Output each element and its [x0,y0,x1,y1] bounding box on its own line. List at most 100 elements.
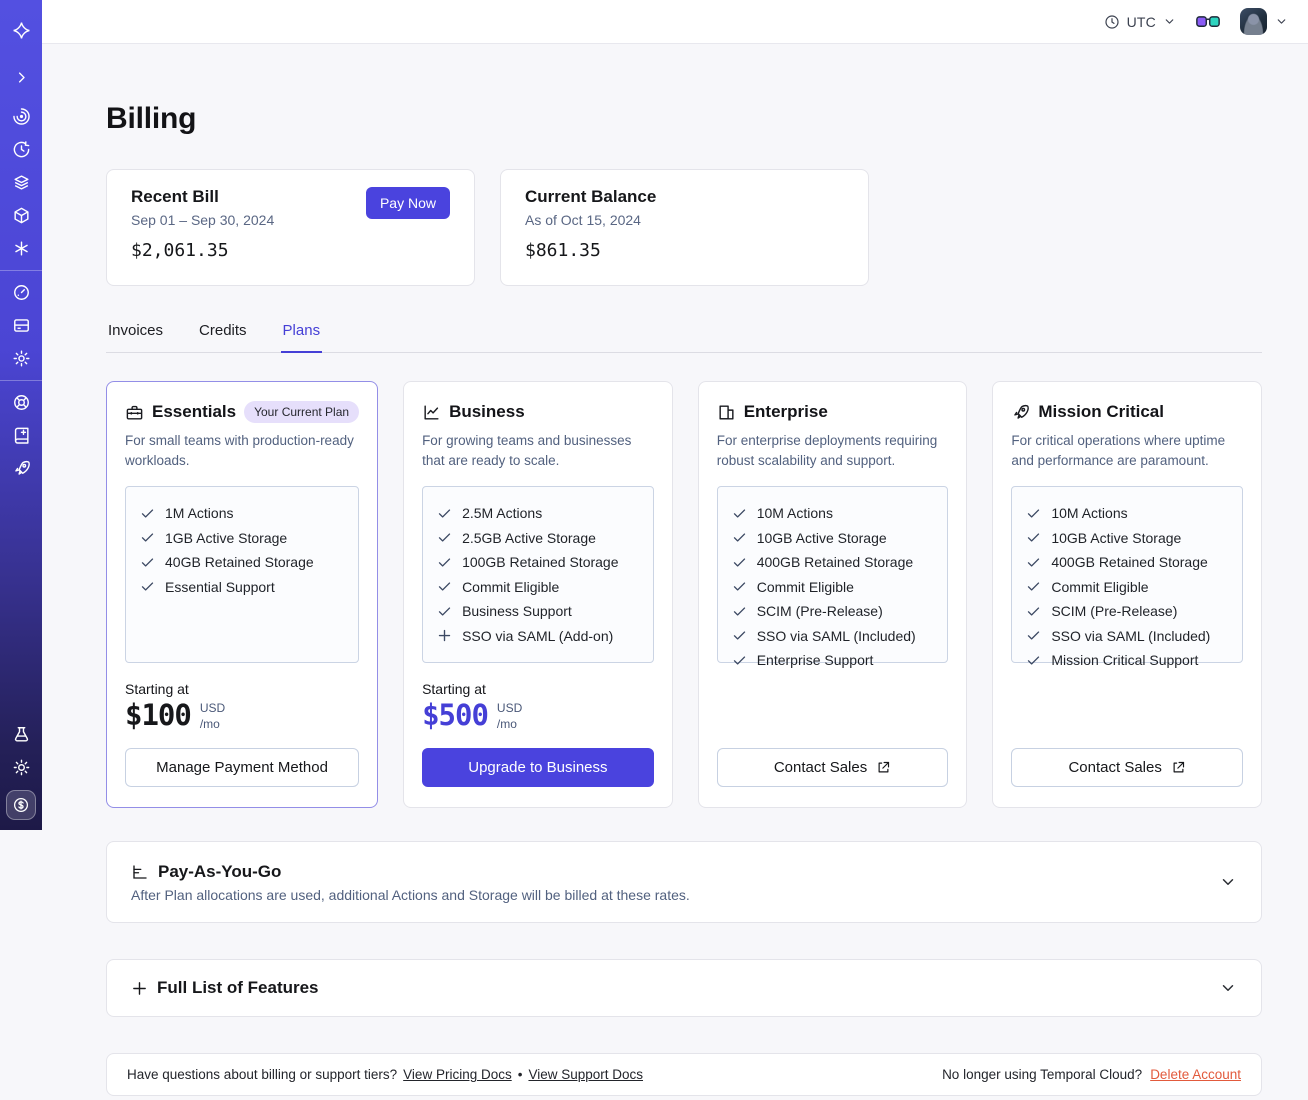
user-menu[interactable] [1240,8,1288,35]
upgrade-business-button[interactable]: Upgrade to Business [422,748,654,788]
delete-account-link[interactable]: Delete Account [1150,1067,1241,1082]
plan-card-essentials: Essentials Your Current Plan For small t… [106,381,379,809]
plan-feature: 10M Actions [732,505,934,521]
feature-label: 400GB Retained Storage [756,554,914,570]
contact-sales-button[interactable]: Contact Sales [716,748,949,788]
plan-description: For critical operations where uptime and… [1011,433,1226,468]
feature-label: SSO via SAML (Included) [1051,627,1211,644]
billing-page: Billing Recent Bill Sep 01 – Sep 30, 202… [42,102,1308,1097]
clock-icon [1104,14,1120,30]
billing-dollar-icon[interactable] [6,790,36,820]
chevron-down-icon[interactable] [1219,873,1237,891]
payg-title: Pay-As-You-Go [158,861,282,881]
check-icon [437,530,452,545]
chevron-down-icon [1163,15,1176,28]
check-icon [1026,579,1041,594]
check-icon [1026,555,1041,570]
manage-payment-button[interactable]: Manage Payment Method [125,748,360,788]
namespaces-icon[interactable] [5,100,37,133]
plan-feature: Commit Eligible [437,579,639,595]
toolbox-icon [125,403,144,422]
feature-label: 100GB Retained Storage [462,554,619,570]
feature-box: 10M Actions 10GB Active Storage 400GB Reta… [1011,486,1243,668]
contact-sales-button[interactable]: Contact Sales [1011,748,1243,788]
payg-description: After Plan allocations are used, additio… [131,886,690,903]
check-icon [140,506,155,521]
glasses-icon[interactable] [1196,14,1220,30]
plan-description: For growing teams and businesses that ar… [422,433,632,468]
feature-label: Mission Critical Support [1051,652,1199,668]
rocket-icon [1011,403,1030,422]
plan-feature: Commit Eligible [1026,579,1228,595]
expand-chevron-icon[interactable] [5,61,37,94]
cta-label: Contact Sales [773,759,868,777]
check-icon [437,555,452,570]
schedules-icon[interactable] [5,133,37,166]
feature-label: SCIM (Pre-Release) [1051,603,1178,619]
footer-question: Have questions about billing or support … [127,1067,398,1083]
settings-gear-icon[interactable] [5,342,37,375]
user-avatar[interactable] [1240,8,1267,35]
invoices-card-icon[interactable] [5,309,37,342]
plan-price: $500 [422,698,489,732]
price-period: /mo [496,716,517,731]
check-icon [732,555,747,570]
view-pricing-docs-link[interactable]: View Pricing Docs [403,1067,512,1082]
check-icon [732,506,747,521]
check-icon [140,555,155,570]
support-lifering-icon[interactable] [5,386,37,419]
feature-label: 1GB Active Storage [165,529,288,546]
price-currency: USD [199,701,226,715]
chevron-down-icon[interactable] [1219,979,1237,997]
feature-label: Commit Eligible [462,578,560,595]
tab-credits[interactable]: Credits [197,316,249,352]
plan-feature: Enterprise Support [732,652,934,668]
recent-bill-period: Sep 01 – Sep 30, 2024 [131,212,275,228]
feature-label: 40GB Retained Storage [165,554,314,570]
plan-feature: 100GB Retained Storage [437,554,639,570]
plan-feature: 10GB Active Storage [1026,530,1228,546]
docs-book-icon[interactable] [5,419,37,452]
timezone-label: UTC [1126,13,1156,30]
theme-sun-icon[interactable] [5,751,37,784]
plan-feature: Commit Eligible [732,579,934,595]
view-support-docs-link[interactable]: View Support Docs [528,1067,643,1082]
feature-label: Commit Eligible [756,578,854,595]
asterisk-icon[interactable] [5,232,37,265]
topbar: UTC [42,0,1308,44]
check-icon [1026,530,1041,545]
price-block: Starting at $100 USD /mo [125,681,359,732]
check-icon [437,604,452,619]
recent-bill-title: Recent Bill [131,187,219,206]
plan-feature: Business Support [437,603,639,619]
labs-flask-icon[interactable] [5,718,37,751]
starting-at-label: Starting at [125,681,189,697]
pay-now-button[interactable]: Pay Now [365,187,450,219]
timezone-selector[interactable]: UTC [1104,14,1176,30]
stack-icon[interactable] [5,166,37,199]
feature-label: 10M Actions [756,505,833,521]
tab-plans[interactable]: Plans [280,316,323,353]
temporal-logo[interactable] [5,14,37,47]
external-link-icon [1171,760,1186,775]
rocket-icon[interactable] [5,452,37,485]
plan-card-enterprise: Enterprise For enterprise deployments re… [697,381,968,809]
plan-feature: 10M Actions [1026,505,1228,521]
feature-label: Essential Support [165,578,275,595]
full-features-panel[interactable]: Full List of Features [106,959,1262,1018]
sidebar-divider [0,380,42,381]
feature-label: 400GB Retained Storage [1051,554,1208,570]
check-icon [1026,628,1041,643]
tab-invoices[interactable]: Invoices [106,316,165,352]
feature-label: 10GB Active Storage [756,529,887,546]
external-link-icon [876,760,891,775]
nexus-cube-icon[interactable] [5,199,37,232]
pay-as-you-go-panel[interactable]: Pay-As-You-Go After Plan allocations are… [106,841,1262,924]
recent-bill-card: Recent Bill Sep 01 – Sep 30, 2024 Pay No… [106,169,475,286]
usage-gauge-icon[interactable] [5,276,37,309]
plan-feature: 40GB Retained Storage [140,554,344,570]
feature-box: 10M Actions 10GB Active Storage 400GB Reta… [716,486,949,668]
check-icon [732,530,747,545]
plan-description: For enterprise deployments requiring rob… [716,433,938,468]
feature-box: 2.5M Actions 2.5GB Active Storage 100GB Re… [422,486,654,663]
